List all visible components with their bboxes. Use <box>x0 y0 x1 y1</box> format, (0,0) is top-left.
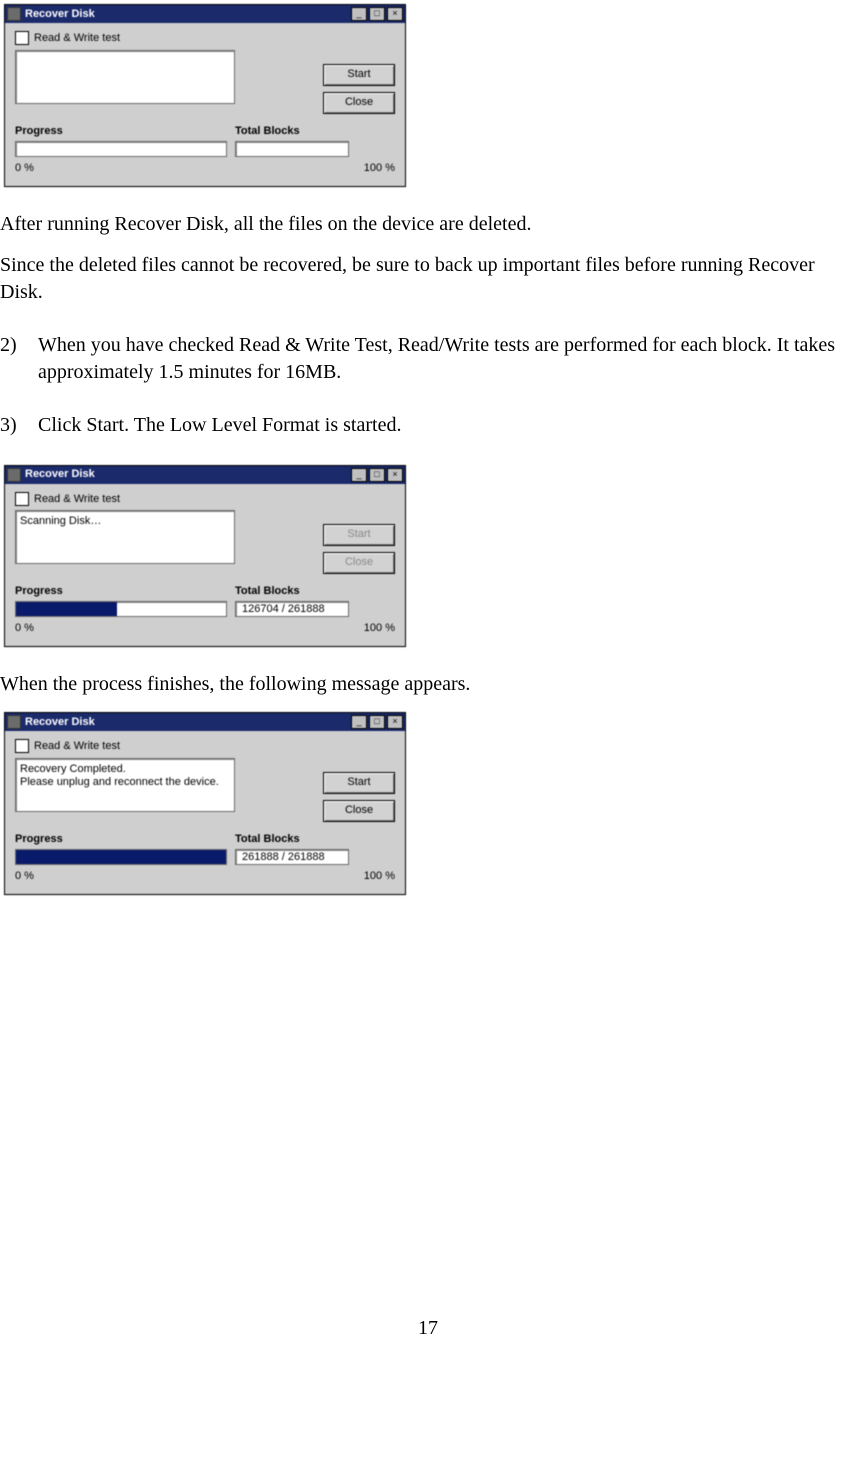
checkbox-label: Read & Write test <box>34 31 120 46</box>
progress-label: Progress <box>15 584 235 599</box>
close-button: Close <box>323 552 395 574</box>
maximize-button[interactable]: □ <box>369 468 385 482</box>
titlebar[interactable]: Recover Disk _ □ × <box>5 713 405 731</box>
list-text: When you have checked Read & Write Test,… <box>38 332 856 386</box>
scale-low: 0 % <box>15 161 35 176</box>
scale-low: 0 % <box>15 621 35 636</box>
progress-label: Progress <box>15 124 235 139</box>
scale-high: 100 % <box>364 161 395 176</box>
checkbox-label: Read & Write test <box>34 739 120 754</box>
paragraph: After running Recover Disk, all the file… <box>0 211 856 238</box>
total-blocks-label: Total Blocks <box>235 832 395 847</box>
checkbox-label: Read & Write test <box>34 492 120 507</box>
window-title: Recover Disk <box>25 7 349 22</box>
status-text-line1: Recovery Completed. <box>20 763 126 775</box>
close-window-button[interactable]: × <box>387 7 403 21</box>
blocks-counter <box>235 141 349 157</box>
scale-low: 0 % <box>15 869 35 884</box>
recover-disk-dialog-completed: Recover Disk _ □ × Read & Write test Rec… <box>4 712 406 895</box>
read-write-test-checkbox[interactable]: Read & Write test <box>15 739 395 754</box>
list-item-2: 2) When you have checked Read & Write Te… <box>0 332 856 386</box>
minimize-button[interactable]: _ <box>351 7 367 21</box>
close-window-button[interactable]: × <box>387 468 403 482</box>
status-box: Recovery Completed. Please unplug and re… <box>15 758 235 812</box>
checkbox-box-icon <box>15 739 29 753</box>
window-title: Recover Disk <box>25 467 349 482</box>
minimize-button[interactable]: _ <box>351 468 367 482</box>
window-title: Recover Disk <box>25 715 349 730</box>
progress-label: Progress <box>15 832 235 847</box>
minimize-button[interactable]: _ <box>351 715 367 729</box>
list-text: Click Start. The Low Level Format is sta… <box>38 412 856 439</box>
read-write-test-checkbox[interactable]: Read & Write test <box>15 31 395 46</box>
checkbox-box-icon <box>15 492 29 506</box>
app-icon <box>7 715 21 729</box>
checkbox-box-icon <box>15 31 29 45</box>
recover-disk-dialog-scanning: Recover Disk _ □ × Read & Write test Sca… <box>4 465 406 648</box>
list-item-3: 3) Click Start. The Low Level Format is … <box>0 412 856 439</box>
paragraph: When the process finishes, the following… <box>0 671 856 698</box>
start-button: Start <box>323 524 395 546</box>
page-number: 17 <box>0 1315 856 1342</box>
read-write-test-checkbox[interactable]: Read & Write test <box>15 492 395 507</box>
titlebar[interactable]: Recover Disk _ □ × <box>5 466 405 484</box>
blocks-counter: 126704 / 261888 <box>235 601 349 617</box>
progress-fill <box>16 850 226 864</box>
app-icon <box>7 7 21 21</box>
progress-bar <box>15 141 227 157</box>
maximize-button[interactable]: □ <box>369 7 385 21</box>
status-box <box>15 50 235 104</box>
titlebar[interactable]: Recover Disk _ □ × <box>5 5 405 23</box>
list-number: 3) <box>0 412 38 439</box>
progress-bar <box>15 849 227 865</box>
status-text-line2: Please unplug and reconnect the device. <box>20 776 219 788</box>
start-button[interactable]: Start <box>323 772 395 794</box>
status-box: Scanning Disk… <box>15 510 235 564</box>
scale-high: 100 % <box>364 869 395 884</box>
close-button[interactable]: Close <box>323 800 395 822</box>
close-button[interactable]: Close <box>323 92 395 114</box>
list-number: 2) <box>0 332 38 386</box>
paragraph: Since the deleted files cannot be recove… <box>0 252 856 306</box>
start-button[interactable]: Start <box>323 64 395 86</box>
app-icon <box>7 468 21 482</box>
blocks-counter: 261888 / 261888 <box>235 849 349 865</box>
close-window-button[interactable]: × <box>387 715 403 729</box>
status-text: Scanning Disk… <box>20 515 101 527</box>
total-blocks-label: Total Blocks <box>235 584 395 599</box>
total-blocks-label: Total Blocks <box>235 124 395 139</box>
progress-bar <box>15 601 227 617</box>
scale-high: 100 % <box>364 621 395 636</box>
recover-disk-dialog-initial: Recover Disk _ □ × Read & Write test Sta… <box>4 4 406 187</box>
maximize-button[interactable]: □ <box>369 715 385 729</box>
progress-fill <box>16 602 117 616</box>
